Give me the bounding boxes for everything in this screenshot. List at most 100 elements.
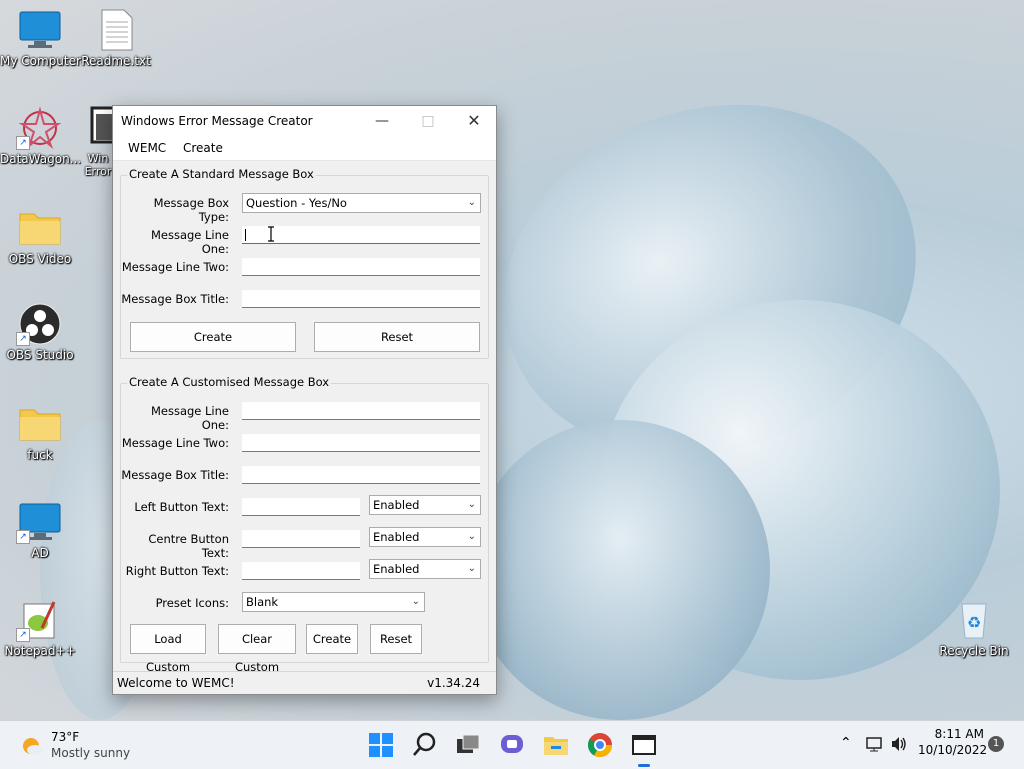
custom-line-one-label: Message Line One: — [150, 404, 229, 432]
custom-line-one-input[interactable] — [242, 402, 480, 420]
wemc-window: Windows Error Message Creator — □ ✕ WEMC… — [112, 105, 497, 695]
desktop-icon-label: DataWagon... — [0, 152, 82, 166]
wallpaper-shape — [470, 420, 770, 720]
taskbar: 73°F Mostly sunny ⌃ 8:11 AM 10/10/2022 1 — [0, 720, 1024, 769]
volume-icon[interactable] — [890, 735, 908, 756]
custom-line-two-label: Message Line Two: — [121, 436, 229, 450]
desktop-icon-obs-studio[interactable]: ↗ OBS Studio — [0, 302, 80, 362]
message-box-type-select[interactable]: Question - Yes/No ⌄ — [242, 193, 481, 213]
chevron-down-icon: ⌄ — [467, 499, 476, 510]
menu-wemc[interactable]: WEMC — [128, 141, 166, 155]
window-title: Windows Error Message Creator — [121, 114, 313, 128]
maximize-button[interactable]: □ — [405, 106, 451, 136]
window-icon — [632, 735, 656, 755]
select-value: Enabled — [373, 530, 420, 544]
notification-badge[interactable]: 1 — [988, 736, 1004, 752]
status-bar: Welcome to WEMC! v1.34.24 — [113, 671, 496, 694]
desktop-icon-ad[interactable]: ↗ AD — [0, 500, 80, 560]
chat-icon — [501, 735, 523, 753]
chevron-down-icon: ⌄ — [467, 563, 476, 574]
custom-create-button[interactable]: Create — [306, 624, 358, 654]
shortcut-arrow-icon: ↗ — [16, 136, 30, 150]
left-button-text-input[interactable] — [242, 498, 360, 516]
desktop-icon-label: Readme.txt — [81, 54, 151, 68]
status-message: Welcome to WEMC! — [117, 676, 235, 690]
desktop-icon-label: OBS Studio — [6, 348, 74, 362]
svg-text:♻: ♻ — [967, 613, 981, 632]
message-box-title-input[interactable] — [242, 290, 480, 308]
chevron-down-icon: ⌄ — [411, 596, 420, 607]
desktop-icon-label: AD — [31, 546, 49, 560]
centre-button-state-select[interactable]: Enabled ⌄ — [369, 527, 481, 547]
file-explorer-button[interactable] — [542, 731, 570, 759]
weather-desc: Mostly sunny — [51, 746, 131, 760]
chrome-icon — [587, 733, 612, 758]
custom-message-box-group: Create A Customised Message Box Message … — [120, 375, 489, 674]
windows-logo-icon — [369, 733, 393, 757]
menu-bar: WEMC Create — [113, 136, 496, 161]
desktop-icon-folder[interactable]: fuck — [0, 402, 80, 462]
close-button[interactable]: ✕ — [451, 106, 497, 136]
recycle-bin-icon: ♻ — [961, 603, 987, 639]
custom-title-input[interactable] — [242, 466, 480, 484]
select-value: Question - Yes/No — [246, 196, 347, 210]
chevron-down-icon: ⌄ — [467, 197, 476, 208]
select-value: Blank — [246, 595, 279, 609]
wemc-taskbar-button[interactable] — [630, 731, 658, 767]
folder-icon — [19, 213, 61, 245]
standard-message-box-group: Create A Standard Message Box Message Bo… — [120, 167, 489, 359]
message-box-type-label: Message Box Type: — [153, 196, 229, 224]
select-value: Enabled — [373, 562, 420, 576]
right-button-text-input[interactable] — [242, 562, 360, 580]
text-file-icon — [101, 9, 133, 51]
task-view-button[interactable] — [454, 731, 482, 759]
clock-date: 10/10/2022 — [918, 743, 988, 757]
title-bar[interactable]: Windows Error Message Creator — □ ✕ — [113, 106, 496, 136]
active-indicator — [638, 764, 650, 767]
clear-custom-button[interactable]: Clear Custom — [218, 624, 296, 674]
network-icon[interactable] — [866, 735, 884, 756]
show-hidden-icons-button[interactable]: ⌃ — [840, 735, 852, 751]
message-line-one-label: Message Line One: — [150, 228, 229, 256]
minimize-button[interactable]: — — [359, 106, 405, 136]
custom-line-two-input[interactable] — [242, 434, 480, 452]
search-icon — [413, 732, 436, 756]
custom-title-label: Message Box Title: — [121, 468, 229, 482]
chevron-down-icon: ⌄ — [467, 531, 476, 542]
message-line-one-input[interactable] — [242, 226, 480, 244]
clock[interactable]: 8:11 AM 10/10/2022 — [918, 727, 988, 757]
desktop-icon-label: Recycle Bin — [939, 644, 1009, 658]
start-button[interactable] — [367, 731, 395, 759]
load-custom-button[interactable]: Load Custom — [130, 624, 206, 674]
group-legend: Create A Standard Message Box — [127, 167, 316, 181]
folder-icon — [19, 409, 61, 441]
search-button[interactable] — [411, 731, 439, 759]
weather-temp: 73°F — [51, 730, 80, 744]
ibeam-cursor-icon — [267, 226, 275, 242]
chrome-button[interactable] — [586, 731, 614, 759]
desktop-icon-recycle-bin[interactable]: ♻ Recycle Bin — [934, 598, 1014, 658]
computer-icon — [19, 11, 61, 48]
centre-button-text-input[interactable] — [242, 530, 360, 548]
weather-widget[interactable]: 73°F Mostly sunny — [20, 729, 140, 761]
desktop-icon-notepadpp[interactable]: ↗ Notepad++ — [0, 598, 80, 658]
shortcut-arrow-icon: ↗ — [16, 332, 30, 346]
desktop-icon-obs-video[interactable]: OBS Video — [0, 206, 80, 266]
preset-icons-label: Preset Icons: — [155, 596, 229, 610]
standard-create-button[interactable]: Create — [130, 322, 296, 352]
version-label: v1.34.24 — [427, 676, 480, 690]
shortcut-arrow-icon: ↗ — [16, 530, 30, 544]
desktop-icon-my-computer[interactable]: My Computer — [0, 8, 81, 68]
standard-reset-button[interactable]: Reset — [314, 322, 480, 352]
message-line-two-input[interactable] — [242, 258, 480, 276]
task-view-icon — [457, 734, 480, 753]
menu-create[interactable]: Create — [183, 141, 223, 155]
left-button-state-select[interactable]: Enabled ⌄ — [369, 495, 481, 515]
desktop-icon-readme[interactable]: Readme.txt — [76, 8, 156, 68]
custom-reset-button[interactable]: Reset — [370, 624, 422, 654]
preset-icons-select[interactable]: Blank ⌄ — [242, 592, 425, 612]
right-button-state-select[interactable]: Enabled ⌄ — [369, 559, 481, 579]
desktop-icon-datawagon[interactable]: ↗ DataWagon... — [0, 106, 82, 166]
teams-chat-button[interactable] — [498, 731, 526, 759]
group-legend: Create A Customised Message Box — [127, 375, 332, 389]
